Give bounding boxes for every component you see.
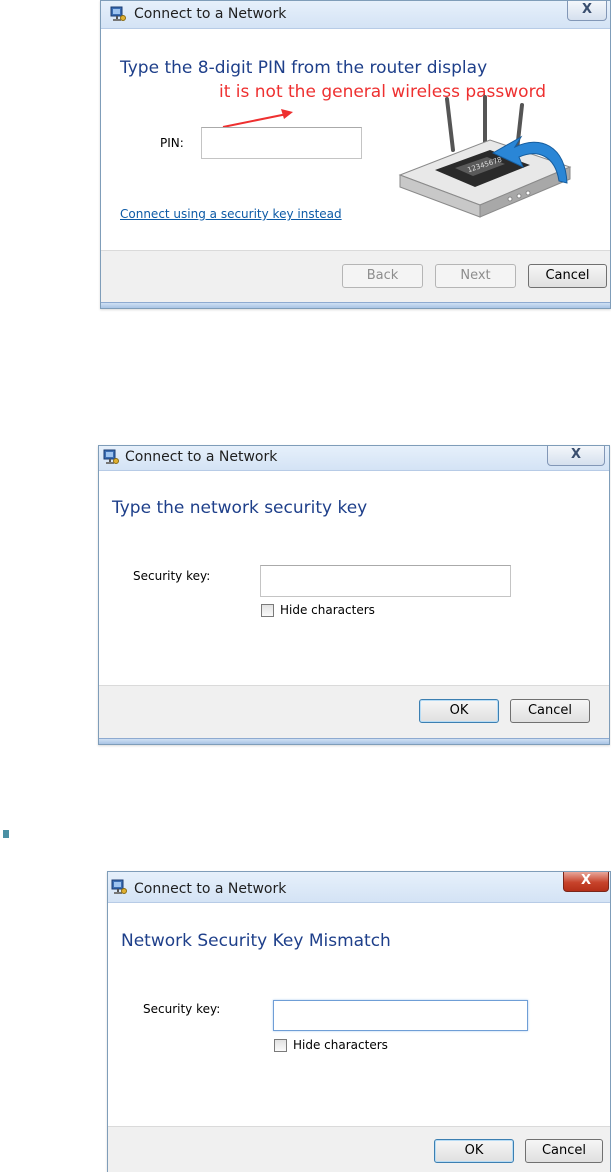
next-button[interactable]: Next — [435, 264, 516, 288]
dialog-footer: OK Cancel — [99, 685, 609, 739]
dialog-security-key: Connect to a Network X Type the network … — [98, 445, 610, 745]
back-button[interactable]: Back — [342, 264, 423, 288]
dialog-heading: Type the network security key — [112, 498, 368, 518]
close-icon: X — [580, 873, 592, 888]
pin-label: PIN: — [160, 136, 184, 150]
security-key-input[interactable] — [260, 565, 511, 597]
close-button[interactable]: X — [567, 1, 607, 21]
hide-characters-label: Hide characters — [280, 603, 375, 617]
dialog-title: Connect to a Network — [134, 881, 287, 897]
pin-input[interactable] — [201, 127, 362, 159]
dialog-key-mismatch: Connect to a Network X Network Security … — [107, 871, 611, 1172]
security-key-label: Security key: — [143, 1002, 221, 1016]
titlebar[interactable]: Connect to a Network X — [108, 872, 610, 903]
close-icon: X — [581, 2, 593, 17]
dialog-footer: OK Cancel — [108, 1126, 610, 1172]
security-key-link[interactable]: Connect using a security key instead — [120, 207, 342, 221]
bookmark-icon — [3, 830, 9, 838]
dialog-pin: Connect to a Network X Type the 8-digit … — [100, 0, 611, 309]
cancel-button[interactable]: Cancel — [525, 1139, 603, 1163]
dialog-title: Connect to a Network — [134, 6, 287, 22]
close-button[interactable]: X — [547, 446, 605, 466]
security-key-input[interactable] — [273, 1000, 528, 1031]
hide-characters-checkbox[interactable] — [274, 1039, 287, 1052]
hide-characters-label: Hide characters — [293, 1038, 388, 1052]
close-button[interactable]: X — [563, 872, 609, 892]
cancel-button[interactable]: Cancel — [510, 699, 590, 723]
close-icon: X — [570, 447, 582, 462]
ok-button[interactable]: OK — [419, 699, 499, 723]
router-illustration: 12345678 — [398, 95, 572, 218]
cancel-button[interactable]: Cancel — [528, 264, 607, 288]
dialog-heading: Network Security Key Mismatch — [121, 931, 391, 951]
ok-button[interactable]: OK — [434, 1139, 514, 1163]
network-icon — [110, 6, 126, 21]
dialog-title: Connect to a Network — [125, 449, 278, 465]
titlebar[interactable]: Connect to a Network X — [101, 1, 610, 29]
titlebar[interactable]: Connect to a Network X — [99, 446, 609, 471]
hide-characters-checkbox[interactable] — [261, 604, 274, 617]
window-frame — [101, 302, 610, 308]
security-key-label: Security key: — [133, 569, 211, 583]
network-icon — [111, 879, 127, 894]
network-icon — [103, 449, 119, 464]
dialog-heading: Type the 8-digit PIN from the router dis… — [120, 58, 488, 78]
window-frame — [99, 738, 609, 744]
dialog-footer: Back Next Cancel — [101, 250, 610, 303]
